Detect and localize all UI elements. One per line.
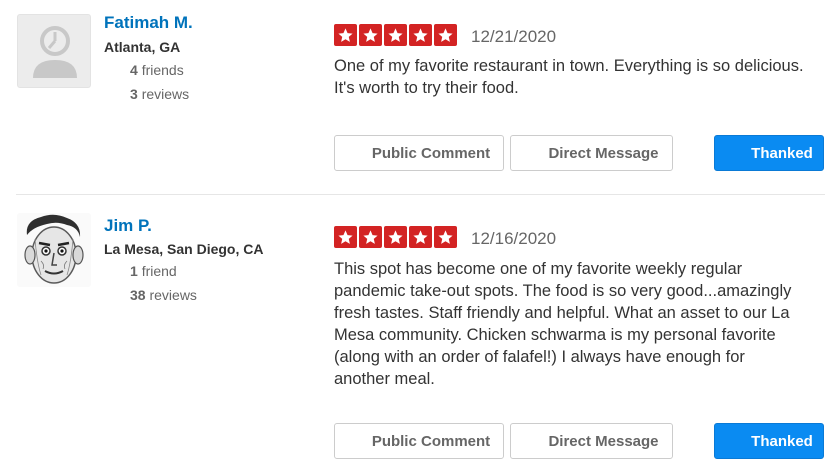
star-icon bbox=[409, 24, 432, 46]
reviews-count: 38 reviews bbox=[130, 287, 197, 303]
star-icon bbox=[434, 24, 457, 46]
friends-label: friend bbox=[141, 263, 177, 279]
friends-label: friends bbox=[141, 62, 184, 78]
default-avatar-icon bbox=[33, 26, 77, 78]
review-date: 12/21/2020 bbox=[471, 27, 557, 46]
friends-count: 4 friends bbox=[130, 62, 184, 78]
star-icon bbox=[359, 226, 382, 248]
star-icon bbox=[384, 226, 407, 248]
star-icon bbox=[384, 24, 407, 46]
star-icon bbox=[359, 24, 382, 46]
friends-count-value: 1 bbox=[130, 263, 138, 279]
reviews-label: reviews bbox=[141, 86, 190, 102]
public-comment-button[interactable]: Public Comment bbox=[334, 423, 504, 459]
star-icon bbox=[334, 226, 357, 248]
reviews-count: 3 reviews bbox=[130, 86, 189, 102]
user-avatar[interactable] bbox=[17, 213, 91, 287]
thanked-button[interactable]: Thanked bbox=[714, 135, 824, 171]
direct-message-button[interactable]: Direct Message bbox=[510, 135, 673, 171]
friends-count-value: 4 bbox=[130, 62, 138, 78]
review-date: 12/16/2020 bbox=[471, 229, 557, 248]
reviews-label: reviews bbox=[149, 287, 197, 303]
star-rating bbox=[334, 226, 457, 248]
star-icon bbox=[434, 226, 457, 248]
public-comment-button[interactable]: Public Comment bbox=[334, 135, 504, 171]
user-location: La Mesa, San Diego, CA bbox=[104, 241, 264, 257]
reviews-count-value: 38 bbox=[130, 287, 146, 303]
friends-count: 1 friend bbox=[130, 263, 177, 279]
star-rating bbox=[334, 24, 457, 46]
user-location: Atlanta, GA bbox=[104, 39, 181, 55]
user-photo bbox=[17, 213, 91, 287]
review-text: One of my favorite restaurant in town. E… bbox=[334, 57, 804, 97]
star-icon bbox=[334, 24, 357, 46]
user-name-link[interactable]: Fatimah M. bbox=[104, 13, 193, 33]
thanked-button[interactable]: Thanked bbox=[714, 423, 824, 459]
direct-message-button[interactable]: Direct Message bbox=[510, 423, 673, 459]
review-text: This spot has become one of my favorite … bbox=[334, 260, 792, 388]
user-name-link[interactable]: Jim P. bbox=[104, 216, 152, 236]
star-icon bbox=[409, 226, 432, 248]
user-avatar[interactable] bbox=[17, 14, 91, 88]
reviews-count-value: 3 bbox=[130, 86, 138, 102]
review-divider bbox=[16, 194, 825, 195]
